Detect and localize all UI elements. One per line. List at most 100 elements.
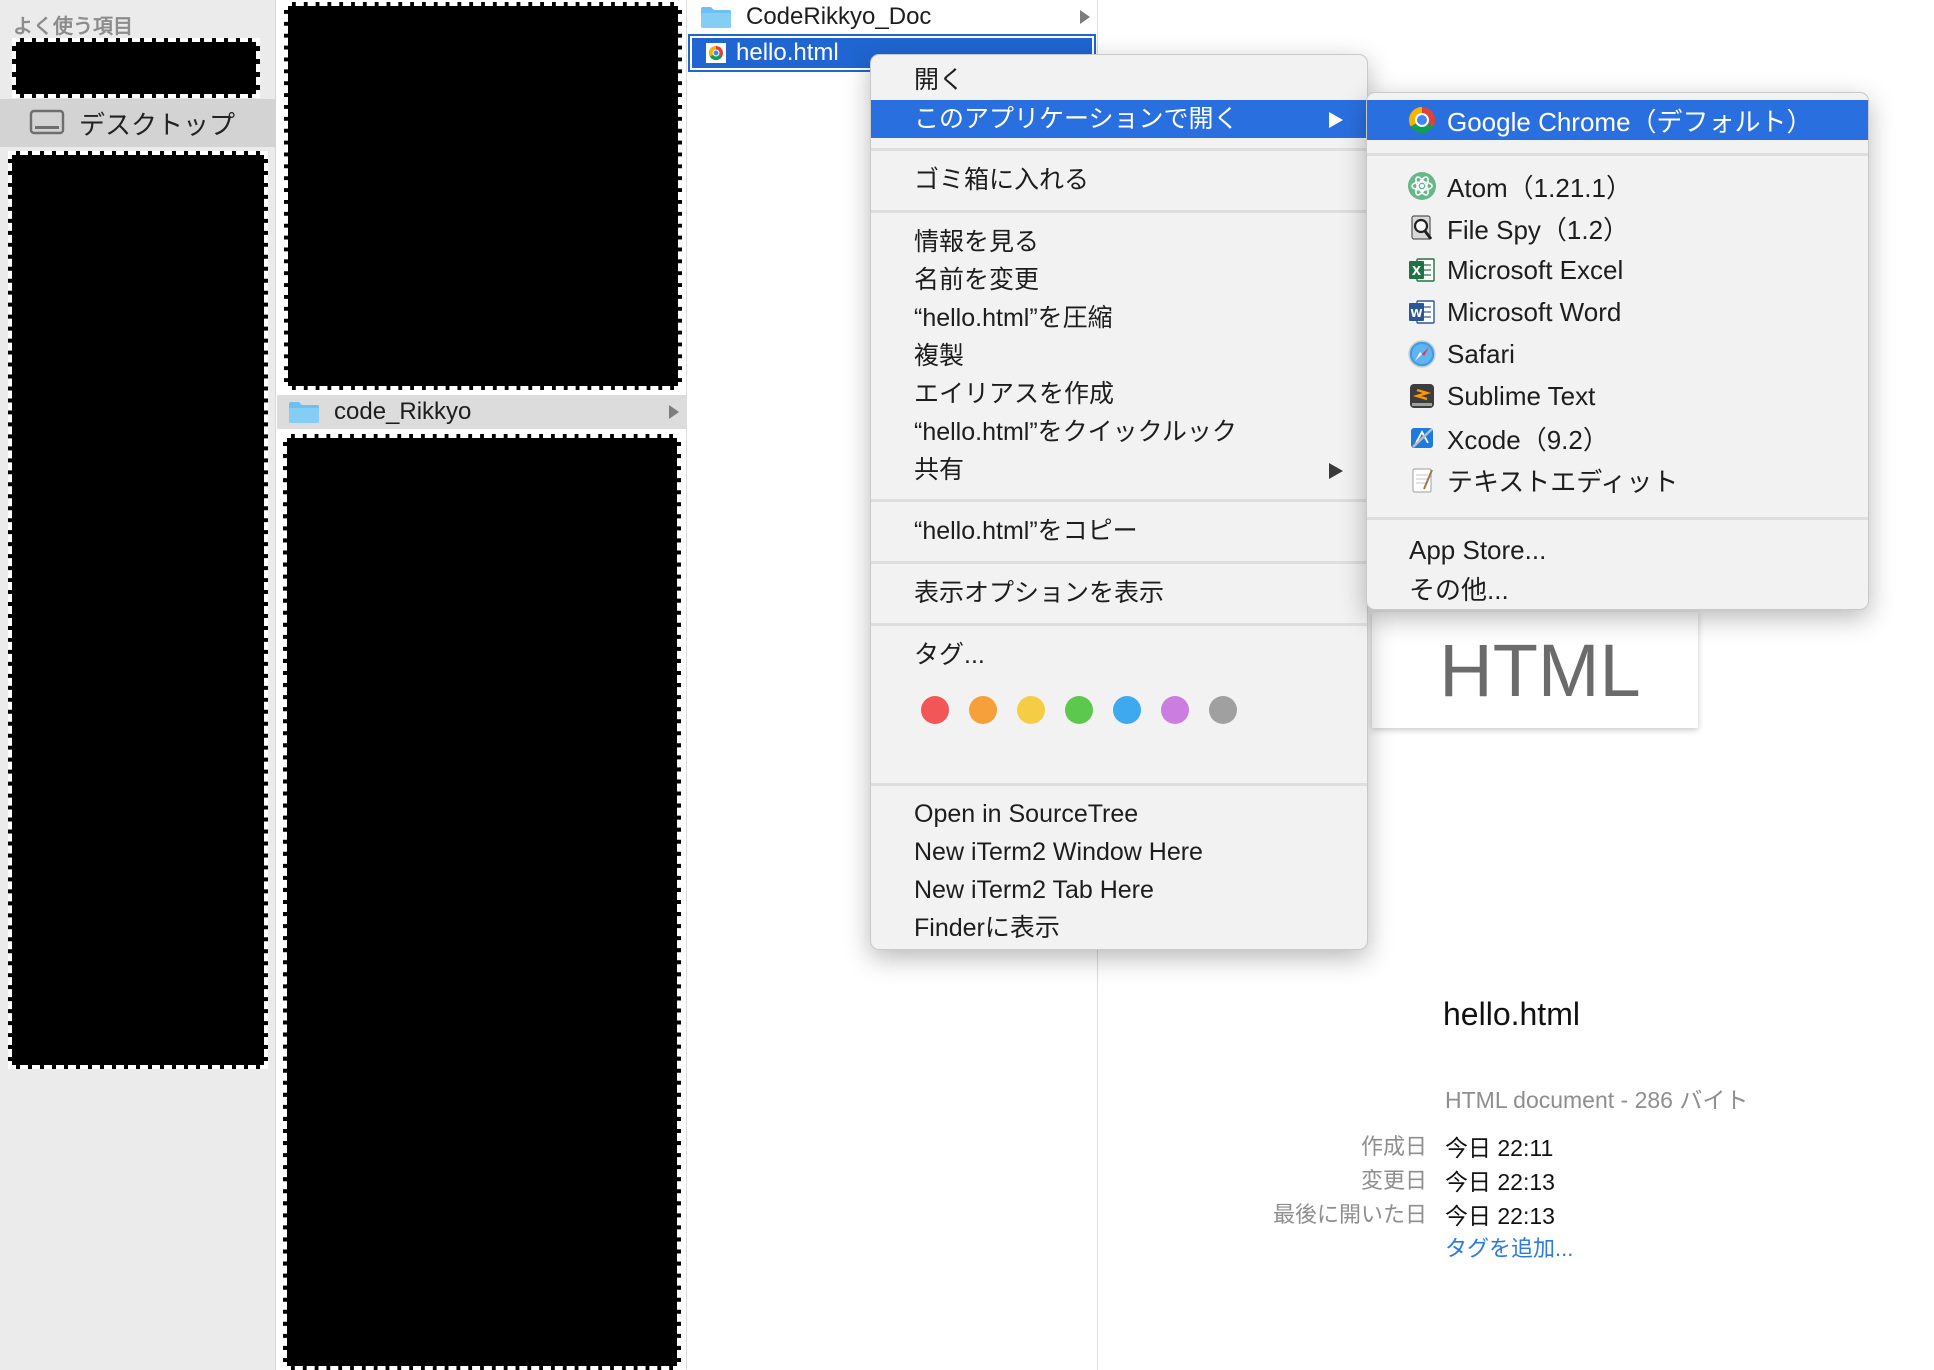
context-menu: 開く このアプリケーションで開く ゴミ箱に入れる 情報を見る 名前を変更 “he… bbox=[870, 54, 1368, 950]
menu-item-duplicate[interactable]: 複製 bbox=[871, 337, 1367, 375]
preview-filename: hello.html bbox=[1443, 996, 1580, 1032]
menu-item-quick-look[interactable]: “hello.html”をクイックルック bbox=[871, 413, 1367, 451]
submenu-item-label: テキストエディット bbox=[1447, 466, 1679, 497]
submenu-item-label: Xcode（9.2） bbox=[1447, 424, 1609, 455]
submenu-item-file-spy[interactable]: File Spy（1.2） bbox=[1367, 208, 1868, 248]
chrome-icon bbox=[1408, 106, 1435, 134]
submenu-item-sublime-text[interactable]: Sublime Text bbox=[1367, 376, 1868, 416]
menu-item-make-alias[interactable]: エイリアスを作成 bbox=[871, 375, 1367, 413]
menu-item-label: 共有 bbox=[914, 456, 965, 484]
safari-icon bbox=[1408, 340, 1436, 368]
menu-separator bbox=[871, 783, 1367, 786]
submenu-item-google-chrome[interactable]: Google Chrome（デフォルト） bbox=[1367, 100, 1868, 140]
sublime-icon bbox=[1410, 384, 1434, 408]
submenu-item-label: その他... bbox=[1409, 574, 1509, 605]
submenu-arrow-icon bbox=[1329, 112, 1343, 128]
add-tags-link[interactable]: タグを追加... bbox=[1445, 1231, 1573, 1263]
submenu-item-microsoft-word[interactable]: W Microsoft Word bbox=[1367, 292, 1868, 332]
submenu-item-label: App Store... bbox=[1409, 534, 1547, 565]
folder-icon bbox=[289, 402, 319, 423]
finder-sidebar: よく使う項目 デスクトップ bbox=[0, 0, 276, 1370]
tag-dot-orange[interactable] bbox=[969, 696, 997, 724]
menu-item-reveal-in-finder[interactable]: Finderに表示 bbox=[871, 909, 1367, 947]
meta-value: 今日 22:13 bbox=[1445, 1169, 1555, 1195]
meta-row-created: 作成日 今日 22:11 bbox=[1200, 1129, 1900, 1161]
tag-dot-red[interactable] bbox=[921, 696, 949, 724]
meta-value: 今日 22:13 bbox=[1445, 1203, 1555, 1229]
document-thumbnail: HTML bbox=[1372, 612, 1698, 728]
menu-item-open-in-sourcetree[interactable]: Open in SourceTree bbox=[871, 795, 1367, 833]
menu-item-move-to-trash[interactable]: ゴミ箱に入れる bbox=[871, 161, 1367, 199]
tag-dot-yellow[interactable] bbox=[1017, 696, 1045, 724]
chrome-doc-icon bbox=[706, 43, 726, 63]
submenu-item-label: File Spy（1.2） bbox=[1447, 214, 1630, 245]
desktop-icon bbox=[29, 109, 65, 135]
atom-icon bbox=[1408, 172, 1436, 200]
tag-color-picker bbox=[921, 696, 1257, 728]
column-row-code-rikkyo[interactable]: code_Rikkyo bbox=[277, 395, 687, 429]
submenu-item-app-store[interactable]: App Store... bbox=[1367, 530, 1868, 570]
menu-separator bbox=[871, 210, 1367, 213]
submenu-item-label: Safari bbox=[1447, 338, 1515, 369]
menu-separator bbox=[1367, 517, 1868, 520]
menu-item-share[interactable]: 共有 bbox=[871, 451, 1367, 489]
disclosure-arrow-icon bbox=[669, 405, 679, 419]
column-row-label: code_Rikkyo bbox=[334, 398, 472, 425]
meta-key: 作成日 bbox=[1360, 1134, 1427, 1159]
submenu-item-textedit[interactable]: テキストエディット bbox=[1367, 460, 1868, 500]
meta-value: 今日 22:11 bbox=[1445, 1135, 1554, 1161]
menu-item-compress[interactable]: “hello.html”を圧縮 bbox=[871, 299, 1367, 337]
menu-item-open[interactable]: 開く bbox=[871, 61, 1367, 99]
submenu-item-safari[interactable]: Safari bbox=[1367, 334, 1868, 374]
menu-item-new-iterm2-tab[interactable]: New iTerm2 Tab Here bbox=[871, 871, 1367, 909]
submenu-item-xcode[interactable]: Xcode（9.2） bbox=[1367, 418, 1868, 458]
column-row-coderikkyo-doc[interactable]: CodeRikkyo_Doc bbox=[688, 0, 1098, 34]
menu-separator bbox=[871, 561, 1367, 564]
tag-dot-purple[interactable] bbox=[1161, 696, 1189, 724]
open-with-submenu: Google Chrome（デフォルト） Atom（1.21.1） File S… bbox=[1366, 92, 1869, 610]
menu-item-new-iterm2-window[interactable]: New iTerm2 Window Here bbox=[871, 833, 1367, 871]
menu-separator bbox=[871, 148, 1367, 151]
menu-separator bbox=[871, 499, 1367, 502]
tag-dot-blue[interactable] bbox=[1113, 696, 1141, 724]
menu-item-label: このアプリケーションで開く bbox=[914, 105, 1239, 133]
tag-dot-gray[interactable] bbox=[1209, 696, 1237, 724]
column-row-label: CodeRikkyo_Doc bbox=[746, 3, 932, 30]
submenu-item-label: Microsoft Word bbox=[1447, 296, 1622, 327]
submenu-item-label: Atom（1.21.1） bbox=[1447, 172, 1632, 203]
thumbnail-label: HTML bbox=[1439, 628, 1641, 712]
menu-item-get-info[interactable]: 情報を見る bbox=[871, 223, 1367, 261]
redacted-region bbox=[284, 2, 682, 390]
svg-text:X: X bbox=[1412, 264, 1422, 278]
filespy-icon bbox=[1411, 215, 1433, 240]
meta-row-modified: 変更日 今日 22:13 bbox=[1200, 1163, 1900, 1195]
submenu-item-microsoft-excel[interactable]: X Microsoft Excel bbox=[1367, 250, 1868, 290]
submenu-item-other[interactable]: その他... bbox=[1367, 568, 1868, 608]
submenu-item-atom[interactable]: Atom（1.21.1） bbox=[1367, 166, 1868, 206]
meta-row-last-opened: 最後に開いた日 今日 22:13 bbox=[1200, 1197, 1900, 1229]
xcode-icon bbox=[1411, 428, 1433, 448]
sidebar-item-desktop[interactable]: デスクトップ bbox=[0, 99, 276, 147]
menu-separator bbox=[871, 623, 1367, 626]
redacted-region bbox=[8, 151, 268, 1069]
column-row-label: hello.html bbox=[736, 39, 839, 66]
menu-item-rename[interactable]: 名前を変更 bbox=[871, 261, 1367, 299]
tag-dot-green[interactable] bbox=[1065, 696, 1093, 724]
word-icon: W bbox=[1409, 300, 1435, 324]
submenu-item-label: Sublime Text bbox=[1447, 380, 1596, 411]
finder-column-2: code_Rikkyo bbox=[277, 0, 687, 1370]
menu-item-copy[interactable]: “hello.html”をコピー bbox=[871, 512, 1367, 550]
menu-item-tags[interactable]: タグ... bbox=[871, 636, 1367, 674]
menu-item-show-view-options[interactable]: 表示オプションを表示 bbox=[871, 574, 1367, 612]
meta-key: 最後に開いた日 bbox=[1272, 1202, 1427, 1227]
sidebar-item-label: デスクトップ bbox=[79, 109, 236, 140]
submenu-item-label: Google Chrome（デフォルト） bbox=[1447, 106, 1813, 137]
excel-icon: X bbox=[1409, 258, 1435, 282]
preview-kind: HTML document - 286 バイト bbox=[1445, 1087, 1749, 1113]
redacted-region bbox=[283, 434, 681, 1370]
folder-icon bbox=[701, 7, 731, 28]
sidebar-favorites-heading: よく使う項目 bbox=[13, 16, 133, 38]
menu-item-open-with[interactable]: このアプリケーションで開く bbox=[871, 100, 1367, 138]
submenu-item-label: Microsoft Excel bbox=[1447, 254, 1624, 285]
svg-text:W: W bbox=[1410, 307, 1422, 320]
